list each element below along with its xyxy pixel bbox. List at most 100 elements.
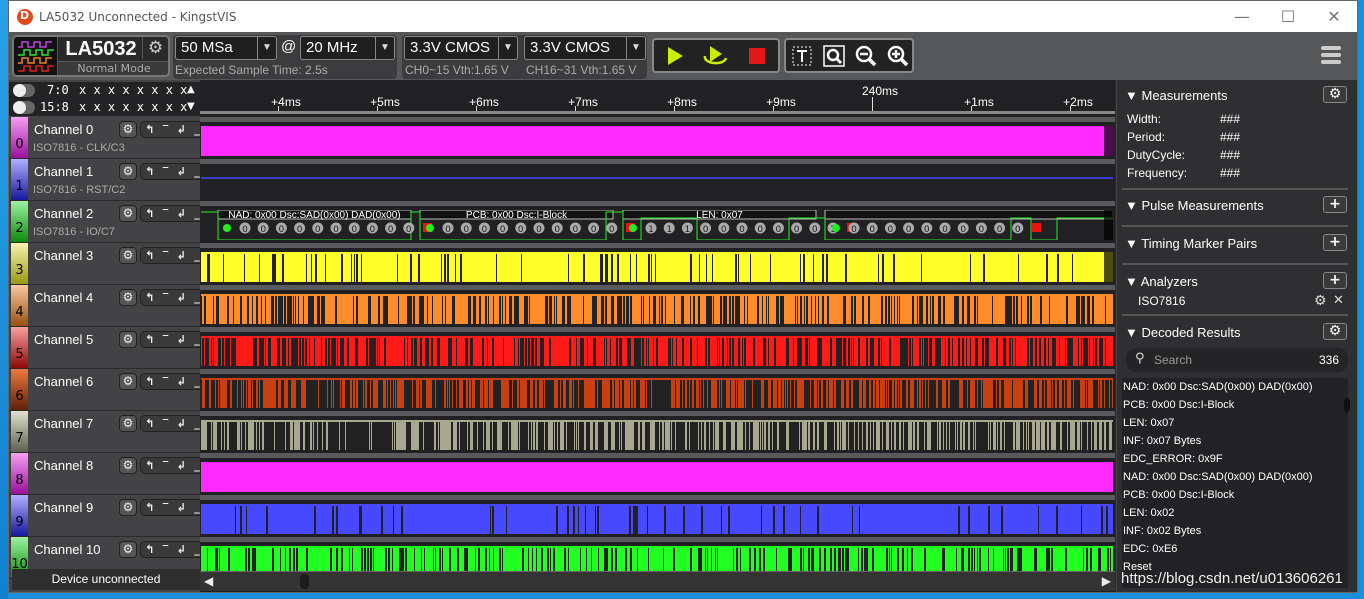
stop-icon[interactable] <box>744 44 770 68</box>
channel-row[interactable]: 1 Channel 1 ISO7816 - RST/C2 ⚙ ↰ ‾ ↲ _ <box>9 159 205 201</box>
falling-edge-trigger-icon[interactable]: ↲ <box>177 207 186 220</box>
add-analyzer-button[interactable]: + <box>1323 272 1347 289</box>
channel-row[interactable]: 3 Channel 3 ⚙ ↰ ‾ ↲ _ <box>9 243 205 285</box>
horizontal-scrollbar[interactable]: ◀ ▶ <box>200 571 1115 591</box>
measurements-settings-gear-icon[interactable]: ⚙ <box>1323 86 1347 103</box>
decoded-result-item[interactable]: PCB: 0x00 Dsc:I-Block <box>1122 486 1348 504</box>
rising-edge-trigger-icon[interactable]: ↰ <box>145 249 154 262</box>
rising-edge-trigger-icon[interactable]: ↰ <box>145 123 154 136</box>
rising-edge-trigger-icon[interactable]: ↰ <box>145 207 154 220</box>
rising-edge-trigger-icon[interactable]: ↰ <box>145 333 154 346</box>
high-level-trigger-icon[interactable]: ‾ <box>163 501 169 514</box>
results-scrollbar-thumb[interactable] <box>1344 398 1350 412</box>
falling-edge-trigger-icon[interactable]: ↲ <box>177 333 186 346</box>
rising-edge-trigger-icon[interactable]: ↰ <box>145 501 154 514</box>
text-marker-icon[interactable] <box>789 44 815 68</box>
channel-name[interactable]: Channel 7 <box>34 416 93 431</box>
high-level-trigger-icon[interactable]: ‾ <box>163 543 169 556</box>
scroll-right-icon[interactable]: ▶ <box>1102 574 1111 588</box>
channel-settings-gear-icon[interactable]: ⚙ <box>119 205 137 222</box>
high-level-trigger-icon[interactable]: ‾ <box>163 249 169 262</box>
close-button[interactable]: ✕ <box>1311 1 1357 32</box>
device-mode[interactable]: Normal Mode <box>58 61 168 75</box>
channel-lane[interactable] <box>200 243 1115 285</box>
channel-lane[interactable] <box>200 117 1115 159</box>
analyzer-item[interactable]: ISO7816 <box>1138 294 1185 308</box>
channel-settings-gear-icon[interactable]: ⚙ <box>119 247 137 264</box>
channel-settings-gear-icon[interactable]: ⚙ <box>119 331 137 348</box>
timing-marker-pairs-header[interactable]: ▼ Timing Marker Pairs <box>1125 236 1257 251</box>
low-level-trigger-icon[interactable]: _ <box>194 333 200 346</box>
add-timing-marker-button[interactable]: + <box>1323 234 1347 251</box>
decoded-results-list[interactable]: NAD: 0x00 Dsc:SAD(0x00) DAD(0x00) PCB: 0x… <box>1122 378 1348 588</box>
high-level-trigger-icon[interactable]: ‾ <box>163 123 169 136</box>
channel-settings-gear-icon[interactable]: ⚙ <box>119 289 137 306</box>
rising-edge-trigger-icon[interactable]: ↰ <box>145 459 154 472</box>
low-level-trigger-icon[interactable]: _ <box>194 165 200 178</box>
threshold-select-2[interactable]: 3.3V CMOS ▼ <box>524 36 646 60</box>
channel-settings-gear-icon[interactable]: ⚙ <box>119 415 137 432</box>
channel-settings-gear-icon[interactable]: ⚙ <box>119 163 137 180</box>
channel-name[interactable]: Channel 0 <box>34 122 93 137</box>
analyzers-header[interactable]: ▼ Analyzers <box>1125 274 1198 289</box>
high-level-trigger-icon[interactable]: ‾ <box>163 375 169 388</box>
channel-lane[interactable]: NAD: 0x00 Dsc:SAD(0x00) DAD(0x00) PCB: 0x… <box>200 201 1115 243</box>
falling-edge-trigger-icon[interactable]: ↲ <box>177 123 186 136</box>
channel-name[interactable]: Channel 8 <box>34 458 93 473</box>
channel-row[interactable]: 9 Channel 9 ⚙ ↰ ‾ ↲ _ <box>9 495 205 537</box>
waveform-area[interactable]: +4ms +5ms +6ms +7ms +8ms +9ms 240ms +1ms +2ms NA… <box>200 80 1115 592</box>
falling-edge-trigger-icon[interactable]: ↲ <box>177 291 186 304</box>
low-level-trigger-icon[interactable]: _ <box>194 207 200 220</box>
decoded-result-item[interactable]: INF: 0x07 Bytes <box>1122 432 1348 450</box>
scroll-left-icon[interactable]: ◀ <box>204 574 213 588</box>
low-level-trigger-icon[interactable]: _ <box>194 291 200 304</box>
channel-row[interactable]: 4 Channel 4 ⚙ ↰ ‾ ↲ _ <box>9 285 205 327</box>
time-ruler[interactable]: +4ms +5ms +6ms +7ms +8ms +9ms 240ms +1ms +2ms <box>200 80 1115 114</box>
maximize-button[interactable]: ☐ <box>1265 1 1311 32</box>
channel-settings-gear-icon[interactable]: ⚙ <box>119 499 137 516</box>
channel-name[interactable]: Channel 10 <box>34 542 101 557</box>
channel-row[interactable]: 2 Channel 2 ISO7816 - IO/C7 ⚙ ↰ ‾ ↲ _ <box>9 201 205 243</box>
high-level-trigger-icon[interactable]: ‾ <box>163 291 169 304</box>
channel-settings-gear-icon[interactable]: ⚙ <box>119 457 137 474</box>
decoded-results-settings-gear-icon[interactable]: ⚙ <box>1323 323 1347 340</box>
falling-edge-trigger-icon[interactable]: ↲ <box>177 501 186 514</box>
channel-row[interactable]: 6 Channel 6 ⚙ ↰ ‾ ↲ _ <box>9 369 205 411</box>
channel-lane[interactable] <box>200 453 1115 495</box>
decoded-result-item[interactable]: EDC_ERROR: 0x9F <box>1122 450 1348 468</box>
low-level-trigger-icon[interactable]: _ <box>194 249 200 262</box>
channel-lane[interactable] <box>200 369 1115 411</box>
menu-icon[interactable] <box>1321 46 1341 66</box>
rising-edge-trigger-icon[interactable]: ↰ <box>145 291 154 304</box>
falling-edge-trigger-icon[interactable]: ↲ <box>177 459 186 472</box>
play-icon[interactable] <box>662 44 688 68</box>
high-level-trigger-icon[interactable]: ‾ <box>163 207 169 220</box>
channel-name[interactable]: Channel 6 <box>34 374 93 389</box>
device-settings-gear-icon[interactable]: ⚙ <box>142 37 168 59</box>
decoded-results-header[interactable]: ▼ Decoded Results <box>1125 325 1240 340</box>
scroll-up-icon[interactable]: ▲ <box>187 84 195 95</box>
channel-row[interactable]: 0 Channel 0 ISO7816 - CLK/C3 ⚙ ↰ ‾ ↲ _ <box>9 117 205 159</box>
channel-lane[interactable] <box>200 411 1115 453</box>
threshold-select-1[interactable]: 3.3V CMOS ▼ <box>404 36 518 60</box>
zoom-in-icon[interactable] <box>885 44 911 68</box>
falling-edge-trigger-icon[interactable]: ↲ <box>177 249 186 262</box>
measurements-header[interactable]: ▼ Measurements <box>1125 88 1227 103</box>
channel-lane[interactable] <box>200 495 1115 537</box>
decoded-result-item[interactable]: LEN: 0x02 <box>1122 504 1348 522</box>
rising-edge-trigger-icon[interactable]: ↰ <box>145 543 154 556</box>
channel-settings-gear-icon[interactable]: ⚙ <box>119 373 137 390</box>
high-level-trigger-icon[interactable]: ‾ <box>163 333 169 346</box>
falling-edge-trigger-icon[interactable]: ↲ <box>177 375 186 388</box>
low-level-trigger-icon[interactable]: _ <box>194 543 200 556</box>
channel-lane[interactable] <box>200 285 1115 327</box>
channel-name[interactable]: Channel 3 <box>34 248 93 263</box>
search-input[interactable]: ⚲ Search 336 <box>1126 348 1348 372</box>
channel-row[interactable]: 7 Channel 7 ⚙ ↰ ‾ ↲ _ <box>9 411 205 453</box>
low-level-trigger-icon[interactable]: _ <box>194 417 200 430</box>
decoded-result-item[interactable]: LEN: 0x07 <box>1122 414 1348 432</box>
rising-edge-trigger-icon[interactable]: ↰ <box>145 375 154 388</box>
channel-lane[interactable] <box>200 327 1115 369</box>
low-level-trigger-icon[interactable]: _ <box>194 375 200 388</box>
channel-settings-gear-icon[interactable]: ⚙ <box>119 541 137 558</box>
